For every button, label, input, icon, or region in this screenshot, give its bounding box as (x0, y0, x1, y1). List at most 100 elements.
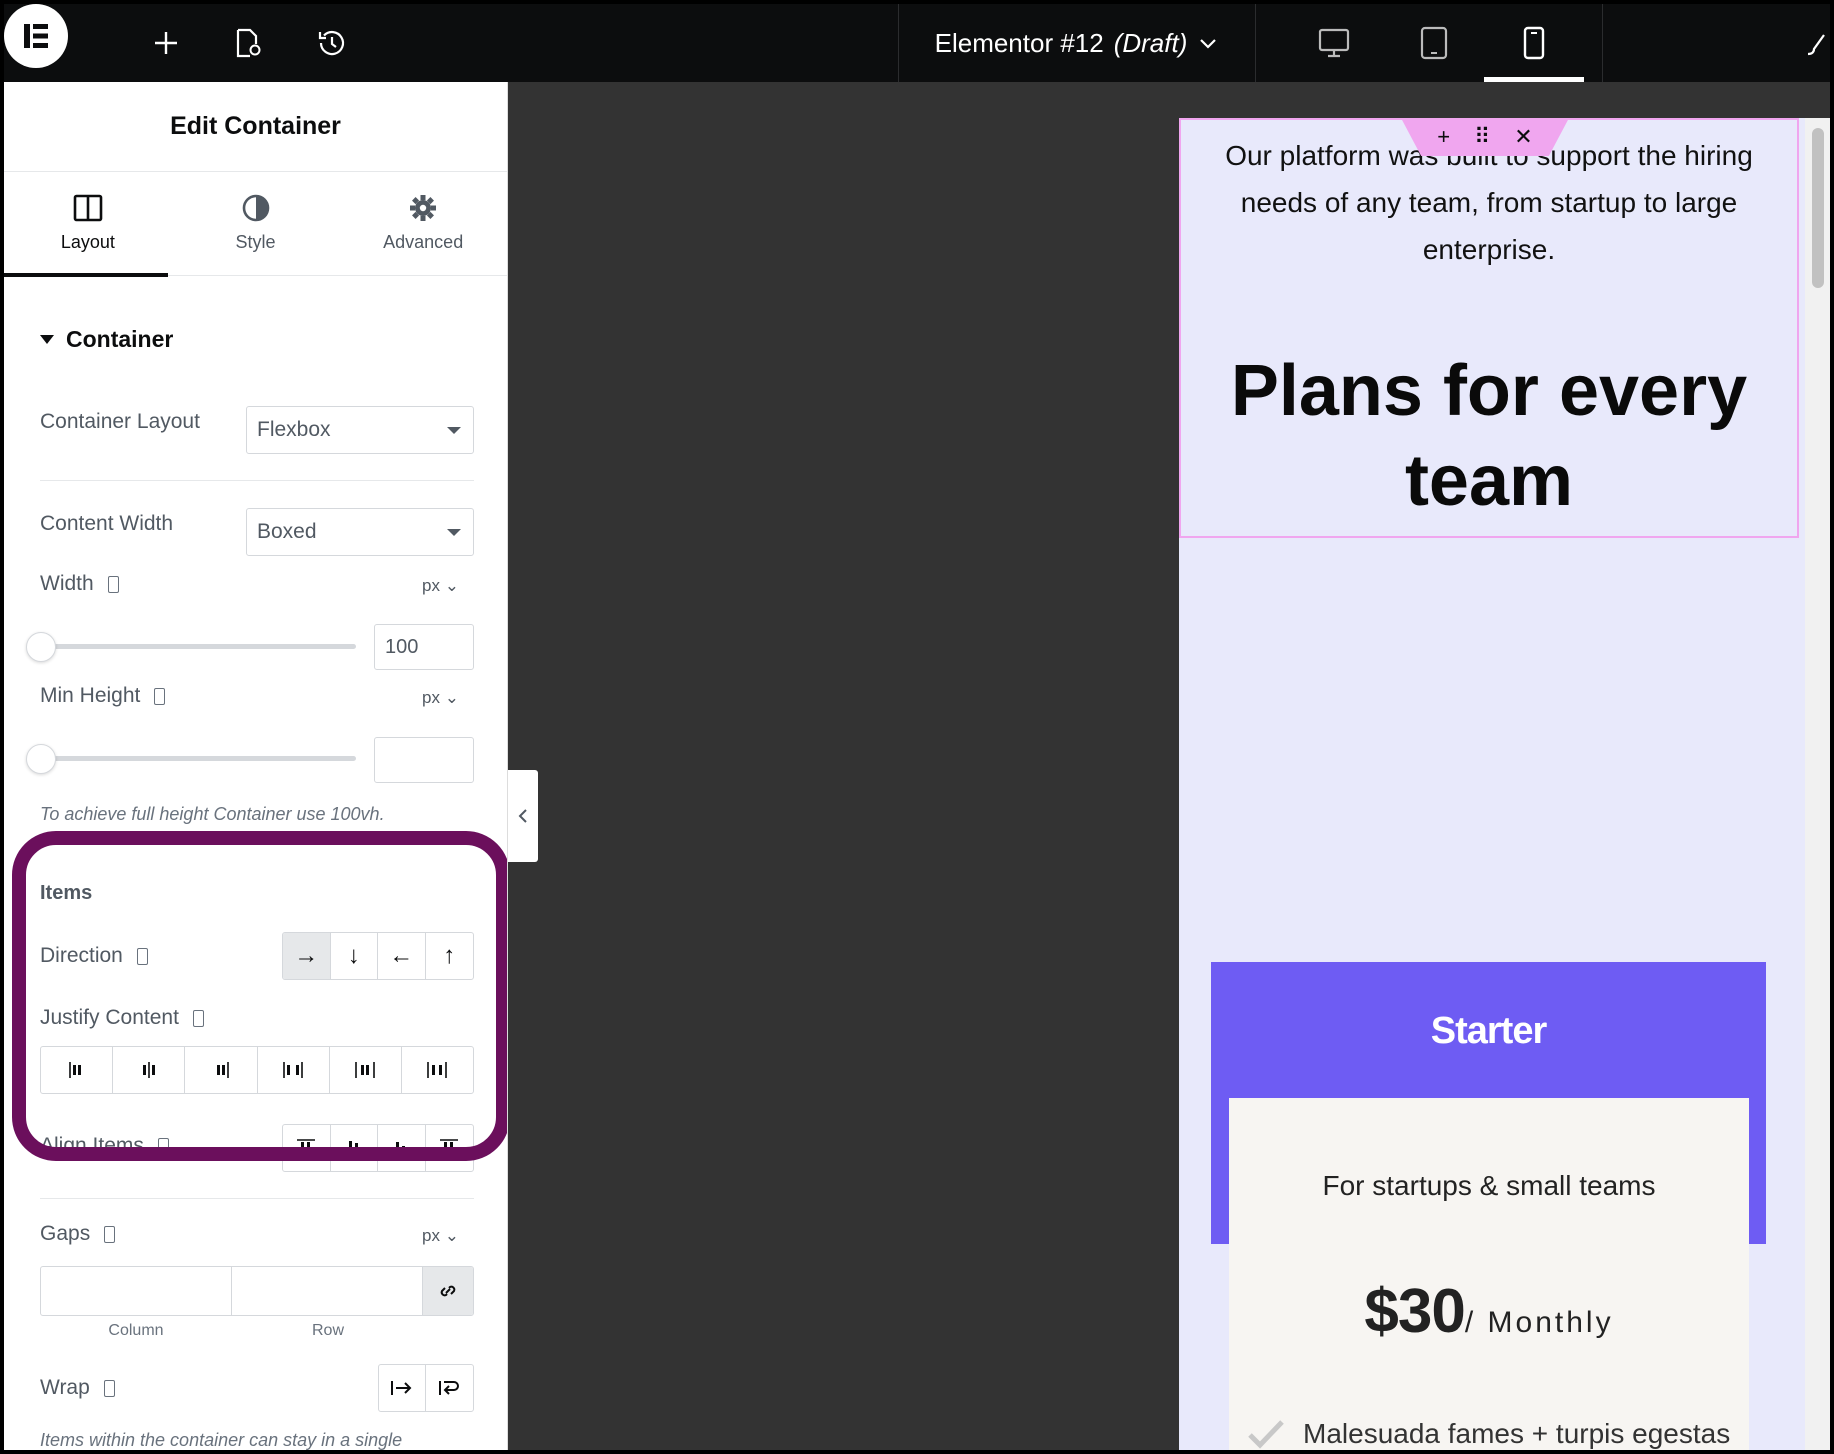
direction-row-button[interactable]: → (283, 933, 331, 979)
min-height-unit-select[interactable]: px ⌄ (422, 688, 459, 708)
mobile-icon[interactable] (107, 575, 119, 593)
justify-space-evenly-icon[interactable] (402, 1047, 473, 1093)
align-stretch-icon[interactable] (426, 1125, 473, 1171)
paintbrush-icon[interactable] (1804, 4, 1830, 82)
align-center-icon[interactable] (331, 1125, 378, 1171)
tab-style[interactable]: Style (172, 172, 340, 275)
direction-row-reverse-button[interactable]: ← (378, 933, 426, 979)
editor-window: Elementor #12 (Draft) Edit Container Lay… (4, 4, 1830, 1450)
document-title: Elementor #12 (934, 27, 1104, 58)
justify-content-button-group (40, 1046, 474, 1094)
align-start-icon[interactable] (283, 1125, 331, 1171)
gaps-label-row: Gaps (40, 1222, 116, 1246)
mobile-icon[interactable] (154, 687, 166, 705)
tab-style-label: Style (235, 232, 276, 252)
caret-down-icon (447, 529, 461, 536)
wrap-icon[interactable] (426, 1365, 473, 1411)
wrap-label-row: Wrap (40, 1376, 115, 1400)
selected-container-outline (1179, 118, 1799, 538)
desktop-icon[interactable] (1284, 4, 1384, 82)
align-items-label: Align Items (40, 1134, 144, 1157)
min-height-slider-handle[interactable] (26, 744, 56, 774)
gaps-inputs (40, 1266, 474, 1316)
width-unit: px (422, 576, 440, 595)
plan-name[interactable]: Starter (1211, 1010, 1766, 1053)
gaps-unit-select[interactable]: px ⌄ (422, 1226, 459, 1246)
content-width-value: Boxed (257, 520, 317, 543)
collapse-panel-button[interactable] (508, 770, 538, 862)
width-slider-handle[interactable] (26, 632, 56, 662)
content-width-label: Content Width (40, 512, 174, 535)
direction-button-group: → ↓ ← ↑ (282, 932, 474, 980)
editor-panel: Edit Container Layout Style Advanced Con… (4, 82, 508, 1450)
history-icon[interactable] (310, 4, 354, 82)
tab-layout[interactable]: Layout (4, 172, 172, 275)
gap-column-label: Column (108, 1322, 164, 1339)
min-height-label: Min Height (40, 684, 141, 707)
caret-down-icon (447, 427, 461, 434)
plan-subtitle[interactable]: For startups & small teams (1229, 1170, 1749, 1202)
container-handle: + ⠿ ✕ (1401, 118, 1569, 156)
wrap-button-group (378, 1364, 474, 1412)
nowrap-icon[interactable] (379, 1365, 427, 1411)
scrollbar-thumb[interactable] (1812, 128, 1824, 288)
mobile-icon[interactable] (157, 1137, 169, 1155)
direction-column-reverse-button[interactable]: ↑ (426, 933, 473, 979)
min-height-slider-track[interactable] (40, 756, 356, 761)
tab-advanced-label: Advanced (383, 232, 464, 252)
tablet-icon[interactable] (1384, 4, 1484, 82)
columns-icon (73, 194, 103, 222)
align-end-icon[interactable] (378, 1125, 426, 1171)
plan-feature-text: Malesuada fames + turpis egestas (1303, 1418, 1731, 1449)
gap-column-input[interactable] (41, 1267, 233, 1315)
caret-down-icon (40, 334, 54, 344)
container-layout-value: Flexbox (257, 418, 331, 441)
justify-end-icon[interactable] (185, 1047, 258, 1093)
responsive-mode-switcher (1284, 4, 1584, 82)
preview-scrollbar[interactable] (1805, 118, 1830, 1450)
section-header-container[interactable]: Container (40, 326, 173, 353)
content-width-select[interactable]: Boxed (246, 508, 474, 556)
justify-content-label: Justify Content (40, 1006, 179, 1029)
page-settings-icon[interactable] (226, 4, 270, 82)
width-slider-track[interactable] (40, 644, 356, 649)
plan-price[interactable]: $30/ Monthly (1229, 1276, 1749, 1347)
justify-space-around-icon[interactable] (330, 1047, 402, 1093)
drag-handle-icon[interactable]: ⠿ (1474, 124, 1490, 150)
align-items-button-group (282, 1124, 474, 1172)
items-highlight-callout (12, 831, 507, 1161)
mobile-icon[interactable] (192, 1009, 204, 1027)
price-period: / Monthly (1464, 1306, 1614, 1339)
align-items-label-row: Align Items (40, 1134, 169, 1158)
add-icon[interactable]: + (1437, 124, 1450, 150)
mobile-icon[interactable] (104, 1225, 116, 1243)
add-icon[interactable] (144, 4, 188, 82)
direction-label: Direction (40, 944, 123, 967)
justify-space-between-icon[interactable] (258, 1047, 330, 1093)
panel-tabs: Layout Style Advanced (4, 172, 507, 277)
section-title: Container (66, 326, 174, 352)
document-title-dropdown[interactable]: Elementor #12 (Draft) (898, 4, 1256, 82)
min-height-unit: px (422, 688, 440, 707)
plan-card-body (1229, 1098, 1749, 1450)
mobile-icon[interactable] (1484, 4, 1584, 82)
width-unit-select[interactable]: px ⌄ (422, 576, 459, 596)
mobile-icon[interactable] (103, 1379, 115, 1397)
elementor-logo-icon[interactable] (4, 4, 68, 68)
min-height-label-row: Min Height (40, 684, 166, 708)
direction-column-button[interactable]: ↓ (331, 933, 378, 979)
justify-center-icon[interactable] (113, 1047, 186, 1093)
link-icon[interactable] (423, 1267, 473, 1315)
close-icon[interactable]: ✕ (1514, 124, 1532, 150)
wrap-hint: Items within the container can stay in a… (40, 1430, 403, 1450)
container-layout-select[interactable]: Flexbox (246, 406, 474, 454)
tab-advanced[interactable]: Advanced (339, 172, 507, 275)
justify-start-icon[interactable] (41, 1047, 114, 1093)
gaps-unit: px (422, 1226, 440, 1245)
mobile-icon[interactable] (136, 947, 148, 965)
checkmark-icon (1248, 1420, 1284, 1449)
plan-feature-item[interactable]: Malesuada fames + turpis egestas (1247, 1418, 1730, 1450)
min-height-input[interactable] (374, 737, 474, 783)
gap-row-input[interactable] (232, 1267, 424, 1315)
width-input[interactable]: 100 (374, 624, 474, 670)
